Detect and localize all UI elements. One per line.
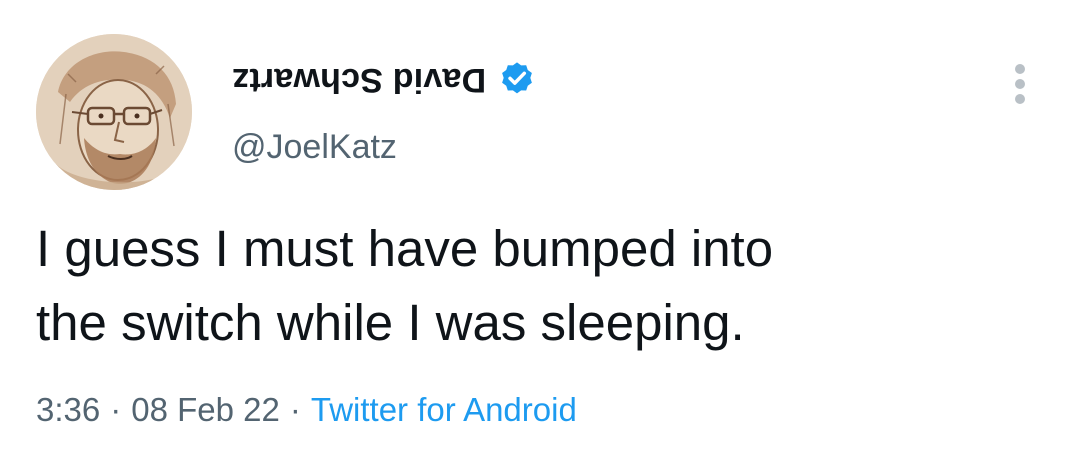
user-handle[interactable]: @JoelKatz — [232, 128, 397, 167]
avatar[interactable] — [36, 34, 192, 190]
tweet-source-link[interactable]: Twitter for Android — [311, 391, 577, 428]
more-dot — [1015, 94, 1025, 104]
tweet-text-line: I guess I must have bumped into — [36, 220, 774, 277]
tweet: David Schwartz @JoelKatz I guess I must … — [0, 0, 1080, 471]
more-options-icon[interactable] — [996, 56, 1044, 112]
display-name[interactable]: David Schwartz — [232, 60, 486, 99]
more-dot — [1015, 64, 1025, 74]
more-dot — [1015, 79, 1025, 89]
tweet-time[interactable]: 3:36 — [36, 391, 100, 428]
tweet-meta: 3:36 · 08 Feb 22 · Twitter for Android — [36, 388, 577, 432]
tweet-date[interactable]: 08 Feb 22 — [131, 391, 280, 428]
avatar-sketch-image — [36, 34, 192, 190]
verified-badge-icon — [498, 60, 536, 98]
display-name-row[interactable]: David Schwartz — [232, 57, 536, 101]
meta-separator: · — [289, 391, 301, 428]
tweet-text-line: the switch while I was sleeping. — [36, 294, 745, 351]
meta-separator: · — [110, 391, 122, 428]
tweet-text: I guess I must have bumped into the swit… — [36, 212, 1046, 360]
